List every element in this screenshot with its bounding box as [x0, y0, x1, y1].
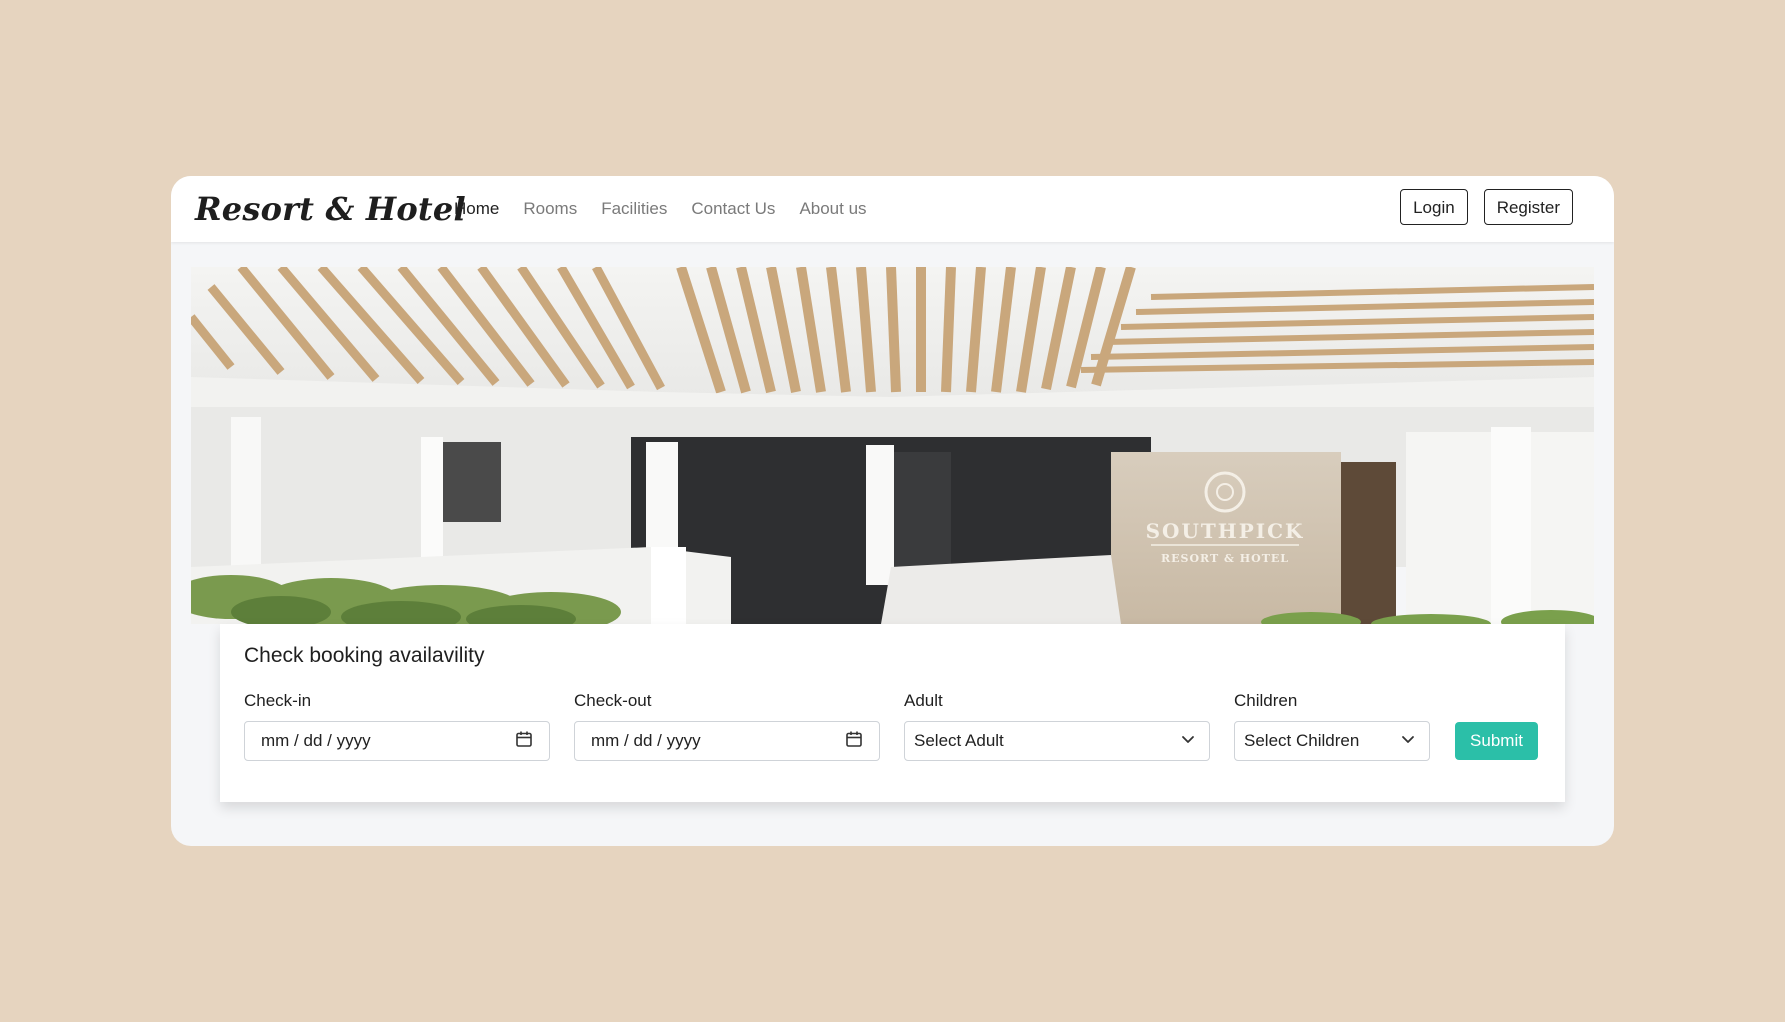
hotel-lobby-photo: SOUTHPICK RESORT & HOTEL	[191, 267, 1594, 624]
brand-logo[interactable]: Resort & Hotel	[195, 184, 466, 234]
children-label: Children	[1234, 691, 1298, 710]
navbar: Resort & Hotel Home Rooms Facilities Con…	[171, 176, 1614, 242]
chevron-down-icon	[1181, 731, 1195, 751]
checkin-label: Check-in	[244, 691, 312, 710]
calendar-icon[interactable]	[515, 730, 533, 753]
nav-home-link[interactable]: Home	[454, 199, 499, 219]
adult-select[interactable]: Select Adult	[904, 721, 1210, 761]
adult-select-value: Select Adult	[914, 731, 1004, 750]
nav-links: Home Rooms Facilities Contact Us About u…	[454, 176, 891, 242]
calendar-icon[interactable]	[845, 730, 863, 753]
checkin-date-input[interactable]: mm / dd / yyyy	[244, 721, 550, 761]
nav-contact-link[interactable]: Contact Us	[691, 199, 775, 219]
register-button[interactable]: Register	[1483, 189, 1573, 225]
hero-sign-title: SOUTHPICK	[1146, 519, 1305, 543]
adult-label: Adult	[904, 691, 943, 710]
nav-about-link[interactable]: About us	[799, 199, 866, 219]
checkout-date-input[interactable]: mm / dd / yyyy	[574, 721, 880, 761]
login-button[interactable]: Login	[1400, 189, 1468, 225]
children-select[interactable]: Select Children	[1234, 721, 1430, 761]
booking-card: Check booking availavility Check-in mm /…	[220, 624, 1565, 802]
nav-rooms-link[interactable]: Rooms	[523, 199, 577, 219]
hero-image: SOUTHPICK RESORT & HOTEL	[191, 267, 1594, 624]
nav-facilities-link[interactable]: Facilities	[601, 199, 667, 219]
app-window: Resort & Hotel Home Rooms Facilities Con…	[171, 176, 1614, 846]
checkin-value: mm / dd / yyyy	[261, 731, 371, 750]
hero-sign-subtitle: RESORT & HOTEL	[1161, 552, 1289, 565]
chevron-down-icon	[1401, 731, 1415, 751]
checkout-value: mm / dd / yyyy	[591, 731, 701, 750]
submit-button[interactable]: Submit	[1455, 722, 1538, 760]
checkout-label: Check-out	[574, 691, 652, 710]
auth-buttons: Login Register	[1400, 189, 1573, 225]
children-select-value: Select Children	[1244, 731, 1360, 750]
booking-title: Check booking availavility	[244, 644, 485, 667]
